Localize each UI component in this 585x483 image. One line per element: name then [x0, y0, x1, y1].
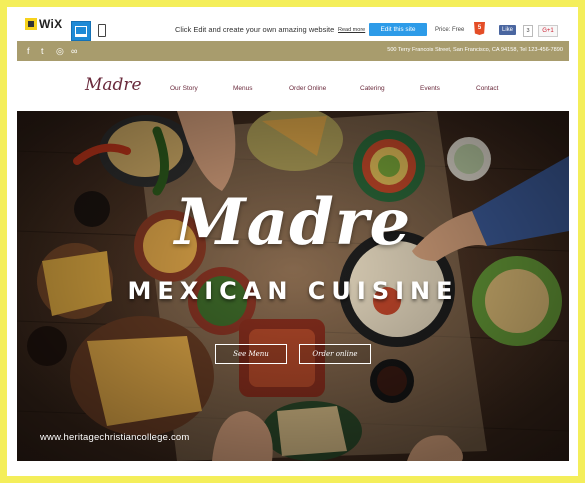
twitter-icon[interactable]: t	[41, 45, 44, 57]
hero-subtitle: MEXICAN CUISINE	[127, 277, 459, 305]
wix-toolbar: WiX Click Edit and create your own amazi…	[7, 7, 578, 41]
wix-logo[interactable]: WiX	[25, 17, 62, 31]
desktop-view-button[interactable]	[71, 21, 91, 41]
hero-section: Madre MEXICAN CUISINE See Menu Order onl…	[17, 111, 569, 461]
edit-site-button[interactable]: Edit this site	[369, 23, 427, 36]
facebook-like-button[interactable]: Like	[499, 25, 517, 35]
instagram-icon[interactable]: ◎	[56, 45, 64, 57]
promo-text: Click Edit and create your own amazing w…	[175, 25, 335, 34]
facebook-icon[interactable]: f	[27, 45, 30, 57]
mobile-view-button[interactable]	[93, 21, 111, 39]
nav-item-menus[interactable]: Menus	[233, 85, 253, 92]
nav-item-events[interactable]: Events	[420, 85, 440, 92]
website-preview-frame: WiX Click Edit and create your own amazi…	[7, 7, 578, 476]
price-label: Price: Free	[435, 27, 465, 33]
nav-item-contact[interactable]: Contact	[476, 85, 498, 92]
hero-title: Madre	[174, 185, 412, 260]
nav-item-catering[interactable]: Catering	[360, 85, 385, 92]
watermark-text: www.heritagechristiancollege.com	[40, 432, 190, 443]
mobile-icon	[98, 23, 106, 37]
nav-item-order-online[interactable]: Order Online	[289, 85, 326, 92]
google-plus-button[interactable]: G+1	[538, 25, 558, 37]
wix-logo-icon	[25, 18, 37, 30]
desktop-icon	[75, 25, 87, 37]
address-text: 500 Terry Francois Street, San Francisco…	[387, 47, 563, 53]
facebook-like-count: 3	[523, 25, 533, 37]
info-bar: f t ◎ ∞ 500 Terry Francois Street, San F…	[17, 41, 569, 61]
read-more-link[interactable]: Read more	[338, 27, 365, 33]
see-menu-button[interactable]: See Menu	[215, 344, 287, 364]
nav-item-our-story[interactable]: Our Story	[170, 85, 198, 92]
site-logo[interactable]: Madre	[85, 75, 142, 95]
site-nav: Madre Our Story Menus Order Online Cater…	[17, 61, 569, 111]
tripadvisor-icon[interactable]: ∞	[71, 45, 77, 57]
html5-icon: 5	[474, 22, 485, 35]
order-online-button[interactable]: Order online	[299, 344, 371, 364]
